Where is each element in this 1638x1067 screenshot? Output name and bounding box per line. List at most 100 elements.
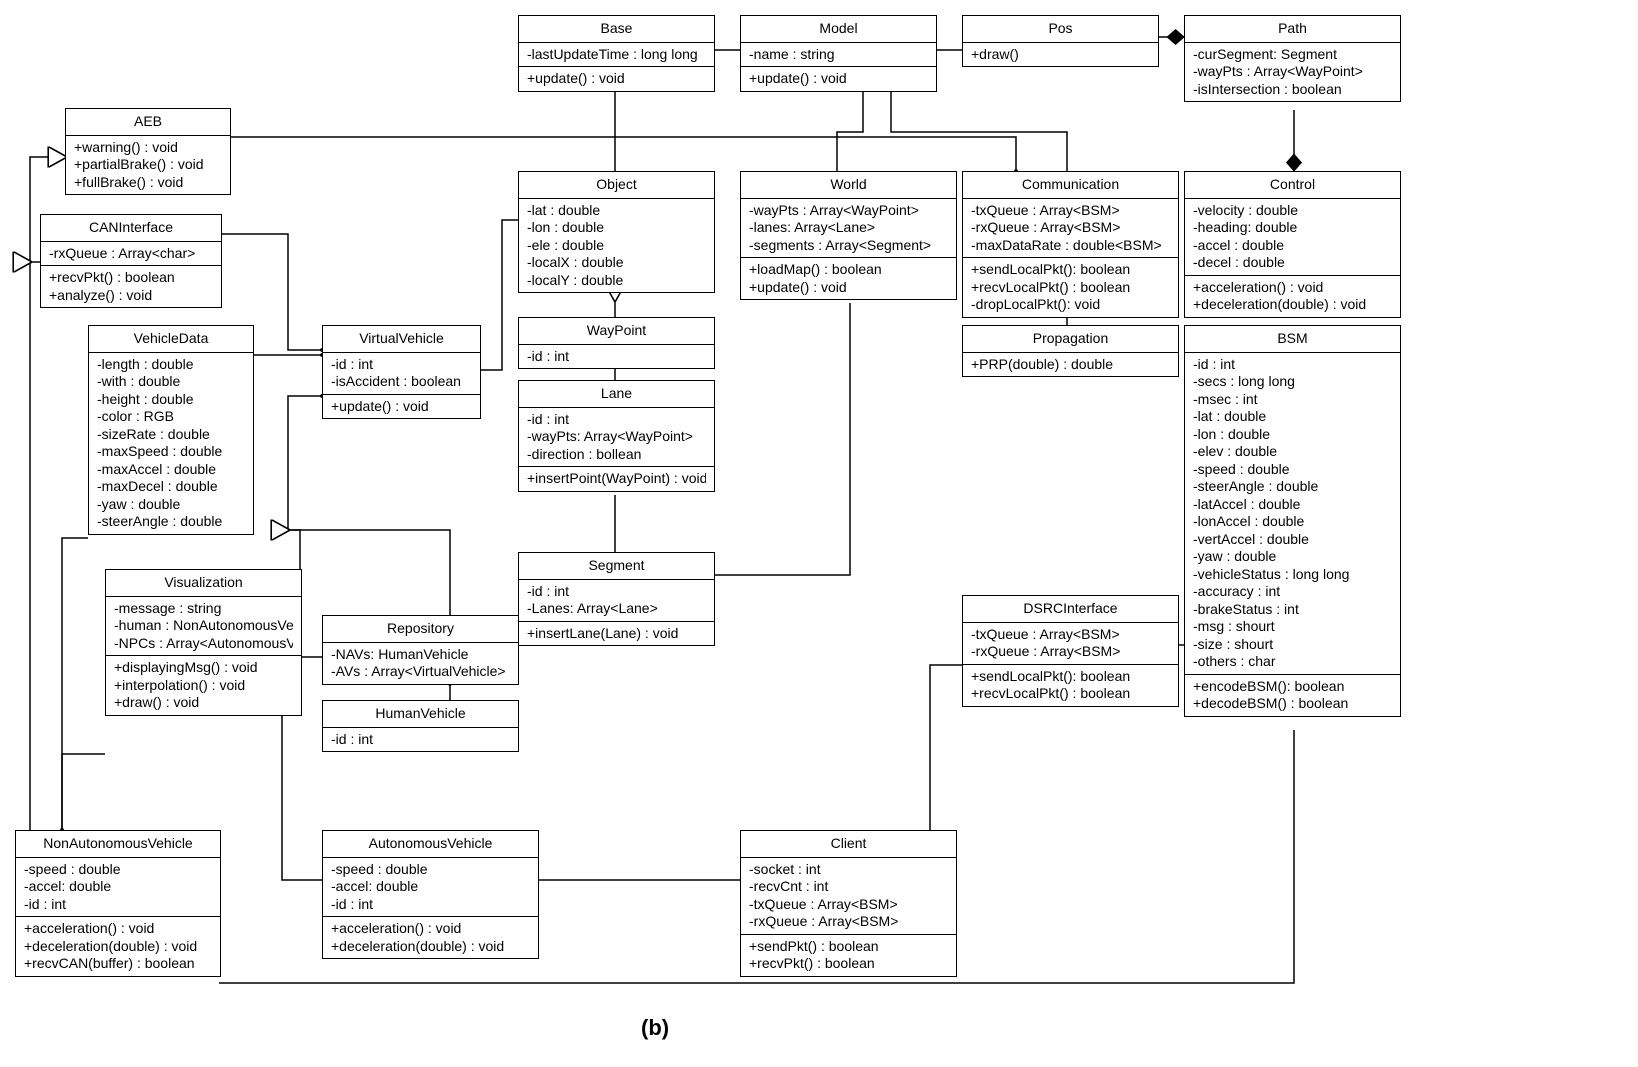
op-line: +update() : void xyxy=(749,279,948,297)
ops-section: +insertLane(Lane) : void xyxy=(519,622,714,646)
attrs-section: -txQueue : Array<BSM>-rxQueue : Array<BS… xyxy=(963,623,1178,665)
op-line: +recvPkt() : boolean xyxy=(749,955,948,973)
attrs-section: -id : int-secs : long long-msec : int-la… xyxy=(1185,353,1400,675)
attr-line: -accel: double xyxy=(331,878,530,896)
attr-line: -velocity : double xyxy=(1193,202,1392,220)
op-line: +displayingMsg() : void xyxy=(114,659,293,677)
op-line: +fullBrake() : void xyxy=(74,174,222,192)
op-line: +sendPkt() : boolean xyxy=(749,938,948,956)
op-line: +acceleration() : void xyxy=(331,920,530,938)
attr-line: -vehicleStatus : long long xyxy=(1193,566,1392,584)
attr-line: -lon : double xyxy=(527,219,706,237)
op-line: +update() : void xyxy=(331,398,472,416)
attr-line: -rxQueue : Array<BSM> xyxy=(971,219,1170,237)
op-line: -dropLocalPkt(): void xyxy=(971,296,1170,314)
class-title: Visualization xyxy=(106,570,301,597)
uml-edge xyxy=(288,396,322,590)
class-VehicleData: VehicleData-length : double-with : doubl… xyxy=(88,325,254,535)
class-NonAutonomousVehicle: NonAutonomousVehicle-speed : double-acce… xyxy=(15,830,221,977)
attr-line: -accel : double xyxy=(1193,237,1392,255)
class-title: Pos xyxy=(963,16,1158,43)
attr-line: -lat : double xyxy=(1193,408,1392,426)
class-Propagation: Propagation+PRP(double) : double xyxy=(962,325,1179,377)
class-Object: Object-lat : double-lon : double-ele : d… xyxy=(518,171,715,293)
class-VirtualVehicle: VirtualVehicle-id : int-isAccident : boo… xyxy=(322,325,481,419)
class-title: AutonomousVehicle xyxy=(323,831,538,858)
ops-section: +update() : void xyxy=(323,395,480,419)
ops-section: +loadMap() : boolean+update() : void xyxy=(741,258,956,299)
op-line: +decodeBSM() : boolean xyxy=(1193,695,1392,713)
attr-line: -yaw : double xyxy=(1193,548,1392,566)
class-Pos: Pos+draw() xyxy=(962,15,1159,67)
op-line: +encodeBSM(): boolean xyxy=(1193,678,1392,696)
attr-line: -id : int xyxy=(24,896,212,914)
op-line: +recvCAN(buffer) : boolean xyxy=(24,955,212,973)
class-title: CANInterface xyxy=(41,215,221,242)
op-line: +recvLocalPkt() : boolean xyxy=(971,685,1170,703)
attr-line: -isIntersection : boolean xyxy=(1193,81,1392,99)
attr-line: -NPCs : Array<AutonomousVehicle> xyxy=(114,635,293,653)
attrs-section: -lat : double-lon : double-ele : double-… xyxy=(519,199,714,293)
op-line: +acceleration() : void xyxy=(24,920,212,938)
attr-line: -id : int xyxy=(331,356,472,374)
attr-line: -id : int xyxy=(527,411,706,429)
ops-section: +update() : void xyxy=(519,67,714,91)
class-title: Model xyxy=(741,16,936,43)
ops-section: +sendLocalPkt(): boolean+recvLocalPkt() … xyxy=(963,665,1178,706)
ops-section: +warning() : void+partialBrake() : void+… xyxy=(66,136,230,195)
attr-line: -others : char xyxy=(1193,653,1392,671)
attr-line: -speed : double xyxy=(1193,461,1392,479)
attr-line: -accuracy : int xyxy=(1193,583,1392,601)
attr-line: -msg : shourt xyxy=(1193,618,1392,636)
attr-line: -maxSpeed : double xyxy=(97,443,245,461)
class-Communication: Communication-txQueue : Array<BSM>-rxQue… xyxy=(962,171,1179,318)
attr-line: -id : int xyxy=(527,348,706,366)
op-line: +recvLocalPkt() : boolean xyxy=(971,279,1170,297)
attrs-section: -rxQueue : Array<char> xyxy=(41,242,221,267)
op-line: +insertLane(Lane) : void xyxy=(527,625,706,643)
ops-section: +acceleration() : void+deceleration(doub… xyxy=(16,917,220,976)
class-HumanVehicle: HumanVehicle -id : int xyxy=(322,700,519,752)
class-WayPoint: WayPoint-id : int xyxy=(518,317,715,369)
attr-line: -rxQueue : Array<BSM> xyxy=(971,643,1170,661)
attrs-section: -id : int-wayPts: Array<WayPoint>-direct… xyxy=(519,408,714,468)
attr-line: -length : double xyxy=(97,356,245,374)
attr-line: -steerAngle : double xyxy=(97,513,245,531)
attr-line: -sizeRate : double xyxy=(97,426,245,444)
class-title: Client xyxy=(741,831,956,858)
attr-line: -elev : double xyxy=(1193,443,1392,461)
op-line: +recvPkt() : boolean xyxy=(49,269,213,287)
class-title: Object xyxy=(519,172,714,199)
attrs-section: -curSegment: Segment-wayPts : Array<WayP… xyxy=(1185,43,1400,102)
ops-section: +draw() xyxy=(963,43,1158,67)
attr-line: -with : double xyxy=(97,373,245,391)
attr-line: -curSegment: Segment xyxy=(1193,46,1392,64)
attrs-section: -name : string xyxy=(741,43,936,68)
op-line: +warning() : void xyxy=(74,139,222,157)
attr-line: -id : int xyxy=(331,896,530,914)
attr-line: -maxDataRate : double<BSM> xyxy=(971,237,1170,255)
uml-edge xyxy=(713,303,850,575)
attr-line: -height : double xyxy=(97,391,245,409)
class-AEB: AEB+warning() : void+partialBrake() : vo… xyxy=(65,108,231,195)
attrs-section: -velocity : double-heading: double-accel… xyxy=(1185,199,1400,276)
class-AutonomousVehicle: AutonomousVehicle-speed : double-accel: … xyxy=(322,830,539,959)
class-Control: Control-velocity : double-heading: doubl… xyxy=(1184,171,1401,318)
class-title: BSM xyxy=(1185,326,1400,353)
op-line: +acceleration() : void xyxy=(1193,279,1392,297)
class-CANInterface: CANInterface-rxQueue : Array<char> +recvP… xyxy=(40,214,222,308)
attr-line: -lonAccel : double xyxy=(1193,513,1392,531)
caption: (b) xyxy=(641,1015,669,1041)
attr-line: -heading: double xyxy=(1193,219,1392,237)
ops-section: +update() : void xyxy=(741,67,936,91)
uml-edge xyxy=(229,137,1016,171)
attr-line: -localX : double xyxy=(527,254,706,272)
ops-section: +insertPoint(WayPoint) : void xyxy=(519,467,714,491)
class-title: HumanVehicle xyxy=(323,701,518,728)
attr-line: -segments : Array<Segment> xyxy=(749,237,948,255)
class-title: Communication xyxy=(963,172,1178,199)
attr-line: -id : int xyxy=(331,731,510,749)
attrs-section: -socket : int-recvCnt : int-txQueue : Ar… xyxy=(741,858,956,935)
class-title: Path xyxy=(1185,16,1400,43)
attr-line: -isAccident : boolean xyxy=(331,373,472,391)
